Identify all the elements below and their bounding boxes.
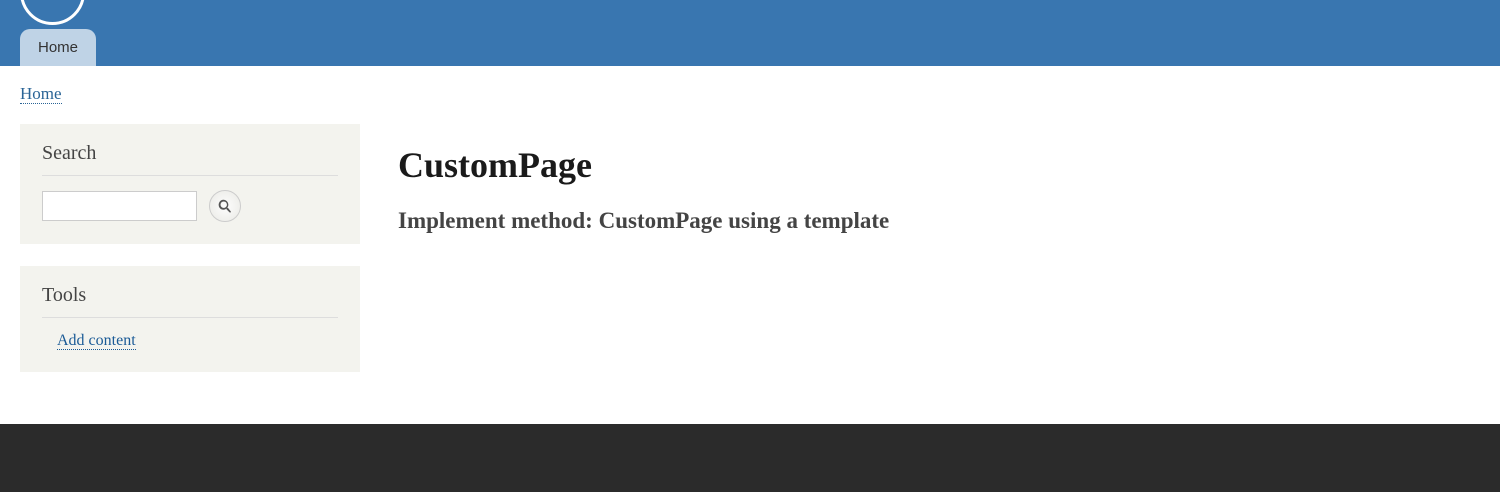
site-logo[interactable] — [20, 0, 85, 25]
search-icon — [217, 198, 234, 215]
breadcrumb-home[interactable]: Home — [20, 84, 62, 104]
search-button[interactable] — [209, 190, 241, 222]
search-input[interactable] — [42, 191, 197, 221]
add-content-link[interactable]: Add content — [57, 332, 136, 350]
footer — [0, 424, 1500, 492]
breadcrumb: Home — [0, 66, 1500, 114]
main-content: CustomPage Implement method: CustomPage … — [360, 124, 1500, 394]
nav-tab-home[interactable]: Home — [20, 29, 96, 66]
tools-box: Tools Add content — [20, 266, 360, 372]
header: Home — [0, 0, 1500, 66]
search-title: Search — [42, 142, 338, 176]
sidebar: Search Tools Add content — [20, 124, 360, 394]
search-box: Search — [20, 124, 360, 244]
page-subtitle: Implement method: CustomPage using a tem… — [398, 208, 1460, 234]
tools-title: Tools — [42, 284, 338, 318]
page-title: CustomPage — [398, 144, 1460, 186]
main-container: Search Tools Add content CustomPage Impl… — [0, 114, 1500, 424]
search-row — [42, 190, 338, 222]
nav-tabs: Home — [20, 29, 96, 66]
